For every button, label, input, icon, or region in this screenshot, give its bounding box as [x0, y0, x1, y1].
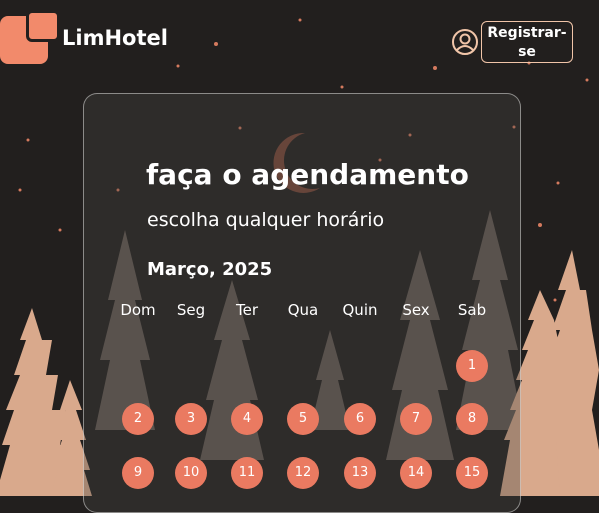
register-button[interactable]: Registrar-se [481, 21, 573, 63]
calendar-day-3[interactable]: 3 [175, 403, 207, 435]
calendar-day-15[interactable]: 15 [456, 457, 488, 489]
weekday-label: Qua [287, 301, 319, 319]
calendar-day-5[interactable]: 5 [287, 403, 319, 435]
calendar-day-7[interactable]: 7 [400, 403, 432, 435]
calendar-day-14[interactable]: 14 [400, 457, 432, 489]
calendar-day-2[interactable]: 2 [122, 403, 154, 435]
calendar-day-13[interactable]: 13 [344, 457, 376, 489]
brand-name: LimHotel [62, 26, 168, 50]
calendar-day-11[interactable]: 11 [231, 457, 263, 489]
weekday-label: Seg [176, 301, 206, 319]
calendar-day-1[interactable]: 1 [456, 350, 488, 382]
calendar-day-8[interactable]: 8 [456, 403, 488, 435]
calendar-day-9[interactable]: 9 [122, 457, 154, 489]
weekday-label: Sab [457, 301, 487, 319]
booking-title: faça o agendamento [146, 158, 469, 191]
calendar-day-4[interactable]: 4 [231, 403, 263, 435]
calendar-day-12[interactable]: 12 [287, 457, 319, 489]
logo-icon [0, 10, 60, 66]
weekday-label: Quin [342, 301, 378, 319]
brand-logo[interactable]: LimHotel [0, 10, 168, 66]
weekday-label: Dom [120, 301, 156, 319]
user-circle-icon[interactable] [451, 28, 479, 56]
calendar-day-10[interactable]: 10 [175, 457, 207, 489]
booking-subtitle: escolha qualquer horário [147, 209, 385, 231]
weekday-label: Ter [235, 301, 258, 319]
calendar-month-label: Março, 2025 [147, 259, 273, 280]
weekday-label: Sex [402, 301, 430, 319]
calendar-day-6[interactable]: 6 [344, 403, 376, 435]
